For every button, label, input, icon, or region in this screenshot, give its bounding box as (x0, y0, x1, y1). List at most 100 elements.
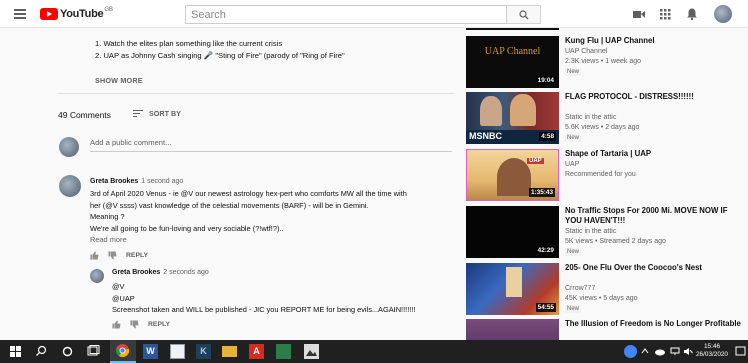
video-channel[interactable]: Static in the attic (565, 228, 616, 235)
read-more-link[interactable]: Read more (90, 235, 127, 244)
video-title[interactable]: FLAG PROTOCOL - DISTRESS!!!!!! (565, 92, 745, 102)
new-badge: New (565, 134, 582, 142)
reply-button[interactable]: REPLY (148, 321, 170, 328)
video-thumbnail[interactable]: UAP Channel 19:04 (466, 36, 559, 88)
task-view-icon[interactable] (86, 344, 101, 359)
chrome-taskbar-button[interactable] (110, 340, 136, 363)
description-item: 2. UAP as Johnny Cash singing 🎤 "Sting o… (95, 51, 345, 60)
related-video-item[interactable]: 54:55 205- One Flu Over the Coocoo's Nes… (466, 263, 748, 319)
new-badge: New (565, 305, 582, 313)
thumbs-down-icon[interactable] (108, 251, 117, 260)
related-video-item[interactable]: UAP 1:35:43 Shape of Tartaria | UAP UAP … (466, 149, 748, 205)
reply-avatar[interactable] (90, 269, 104, 283)
video-meta: 45K views • 5 days ago (565, 295, 638, 302)
video-thumbnail[interactable]: MSNBC 4:58 (466, 92, 559, 144)
thumbnail-figure (506, 267, 522, 297)
video-duration: 54:55 (535, 303, 556, 312)
thumbnail-face (480, 96, 502, 126)
account-avatar[interactable] (714, 5, 732, 23)
sort-icon (133, 110, 143, 117)
search-button[interactable] (507, 5, 541, 24)
comment-avatar[interactable] (59, 175, 81, 197)
video-title[interactable]: The Illusion of Freedom is No Longer Pro… (565, 319, 745, 329)
video-meta: 2.3K views • 1 week ago (565, 58, 641, 65)
video-meta: Recommended for you (565, 171, 636, 178)
windows-start-icon[interactable] (8, 344, 23, 359)
related-video-item[interactable]: UAP Channel 19:04 Kung Flu | UAP Channel… (466, 36, 748, 92)
volume-muted-icon[interactable] (683, 347, 693, 356)
comment-line: Screenshot taken and WILL be published -… (112, 305, 416, 315)
video-channel[interactable]: UAP Channel (565, 48, 607, 55)
new-badge: New (565, 248, 582, 256)
thumbs-up-icon[interactable] (90, 251, 99, 260)
chrome-icon (115, 344, 130, 358)
comment-author[interactable]: Greta Brookes (90, 178, 138, 185)
video-channel[interactable]: Crrow777 (565, 285, 595, 292)
sort-by-button[interactable]: SORT BY (133, 109, 181, 118)
search-icon (519, 10, 529, 20)
clock-time: 15:46 (704, 343, 720, 350)
app-green-icon[interactable] (276, 344, 291, 359)
app-k-icon[interactable]: K (196, 344, 211, 359)
create-video-icon[interactable] (632, 7, 646, 21)
video-thumbnail[interactable]: 54:55 (466, 263, 559, 315)
cortana-icon[interactable] (60, 344, 75, 359)
thumbs-down-icon[interactable] (130, 320, 139, 329)
word-icon[interactable]: W (143, 344, 158, 359)
comment-body: 3rd of April 2020 Venus - ie @V our newe… (90, 188, 407, 234)
network-icon[interactable] (670, 347, 680, 356)
comment-body: @V @UAP Screenshot taken and WILL be pub… (112, 281, 415, 316)
thumbnail-text: MSNBC (469, 131, 502, 141)
avatar (59, 137, 79, 157)
search-input[interactable]: Search (185, 5, 507, 24)
apps-grid-icon[interactable] (658, 7, 672, 21)
video-title[interactable]: 205- One Flu Over the Coocoo's Nest (565, 263, 745, 273)
search-icon[interactable] (34, 344, 49, 359)
main-column: 1. Watch the elites plan something like … (58, 28, 458, 335)
document-icon[interactable] (170, 344, 185, 359)
comment-actions: REPLY (90, 251, 148, 260)
comment-time[interactable]: 1 second ago (141, 178, 183, 185)
comment-author[interactable]: Greta Brookes (112, 269, 160, 276)
menu-icon[interactable] (14, 9, 26, 19)
clock-date: 26/03/2020 (696, 351, 728, 358)
thumbs-up-icon[interactable] (112, 320, 121, 329)
video-duration: 19:04 (535, 76, 556, 85)
video-title[interactable]: Shape of Tartaria | UAP (565, 149, 745, 159)
new-badge: New (565, 68, 582, 76)
cloud-icon[interactable] (654, 347, 666, 356)
show-more-button[interactable]: SHOW MORE (95, 76, 143, 85)
comment-actions: REPLY (112, 320, 170, 329)
youtube-watch-page: YouTube GB Search 1. Watch the elites pl… (0, 0, 748, 363)
video-title[interactable]: Kung Flu | UAP Channel (565, 36, 745, 46)
video-duration: 4:58 (539, 132, 556, 141)
video-title[interactable]: No Traffic Stops For 2000 Mi. MOVE NOW I… (565, 206, 745, 226)
comment-line: her (@V ssss) vast knowledge of the cele… (90, 200, 369, 210)
divider (58, 93, 454, 94)
comment-header: Greta Brookes 1 second ago (90, 178, 183, 185)
system-clock[interactable]: 15:46 26/03/2020 (696, 343, 728, 359)
photos-icon[interactable] (304, 344, 319, 359)
tray-expand-icon[interactable] (641, 348, 649, 354)
folder-icon[interactable] (222, 346, 237, 357)
top-header: YouTube GB Search (0, 0, 748, 28)
video-thumbnail[interactable]: 42:29 (466, 206, 559, 258)
add-comment-input[interactable]: Add a public comment... (90, 138, 452, 152)
reply-button[interactable]: REPLY (126, 252, 148, 259)
video-meta: 5.6K views • 2 days ago (565, 124, 640, 131)
notifications-icon[interactable] (735, 346, 746, 357)
comment-time[interactable]: 2 seconds ago (163, 269, 209, 276)
comment-line: 3rd of April 2020 Venus - ie @V our newe… (90, 189, 407, 198)
video-channel[interactable]: Static in the attic (565, 114, 616, 121)
description-item: 1. Watch the elites plan something like … (95, 39, 283, 48)
related-video-item[interactable]: MSNBC 4:58 FLAG PROTOCOL - DISTRESS!!!!!… (466, 92, 748, 148)
video-duration: 42:29 (535, 246, 556, 255)
thumbnail-text: UAP (527, 158, 544, 164)
tray-app-icon[interactable] (624, 345, 637, 358)
video-channel[interactable]: UAP (565, 161, 579, 168)
related-video-item[interactable]: 42:29 No Traffic Stops For 2000 Mi. MOVE… (466, 206, 748, 262)
notifications-bell-icon[interactable] (685, 7, 699, 21)
pdf-icon[interactable]: A (249, 344, 264, 359)
video-thumbnail[interactable]: UAP 1:35:43 (466, 149, 559, 201)
youtube-logo[interactable]: YouTube GB (40, 7, 113, 21)
